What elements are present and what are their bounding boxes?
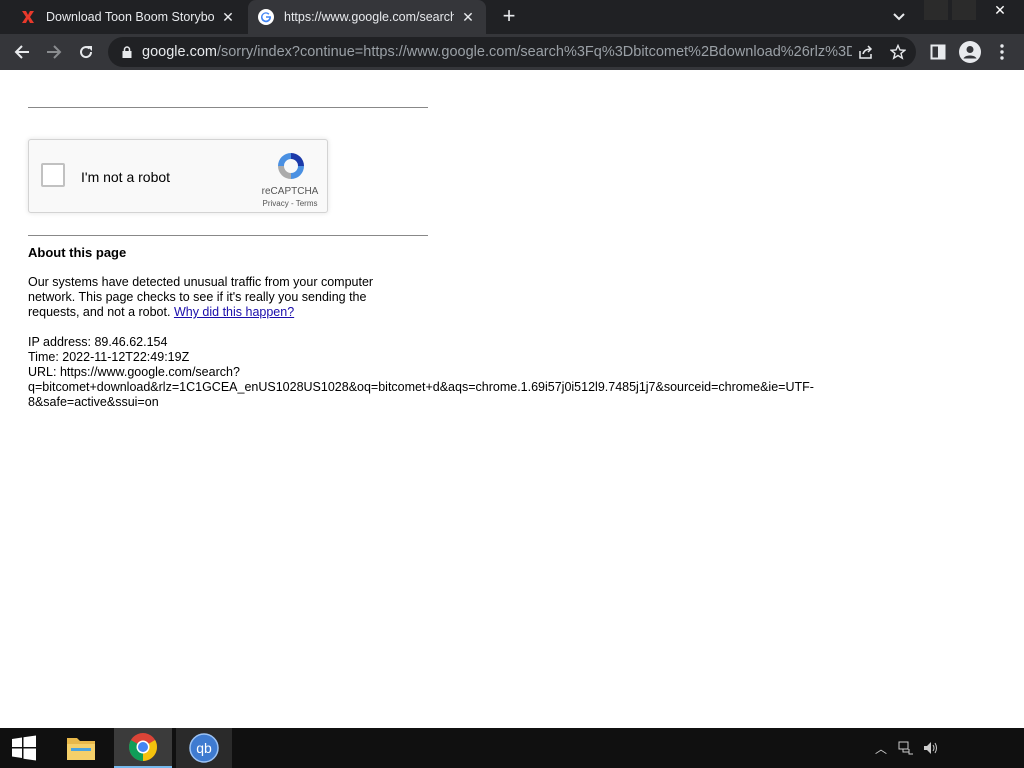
minimize-window-button[interactable] bbox=[924, 0, 948, 20]
google-g-icon bbox=[258, 9, 274, 25]
browser-toolbar: google.com/sorry/index?continue=https://… bbox=[0, 34, 1024, 70]
about-heading: About this page bbox=[28, 245, 127, 260]
network-icon[interactable] bbox=[896, 738, 916, 758]
divider bbox=[28, 107, 428, 108]
url-line: 8&safe=active&ssui=on bbox=[28, 395, 159, 409]
lock-icon[interactable] bbox=[120, 45, 134, 59]
tab-title: https://www.google.com/search? bbox=[284, 10, 454, 24]
browser-tab-strip: Download Toon Boom Storyboard ✕ https://… bbox=[0, 0, 1024, 34]
url-line: URL: https://www.google.com/search? bbox=[28, 365, 240, 379]
profile-avatar-icon[interactable] bbox=[956, 38, 984, 66]
speaker-volume-icon[interactable] bbox=[920, 738, 940, 758]
why-did-this-happen-link[interactable]: Why did this happen? bbox=[174, 305, 294, 319]
close-tab-icon[interactable]: ✕ bbox=[460, 9, 476, 25]
more-menu-icon[interactable] bbox=[988, 38, 1016, 66]
maximize-window-button[interactable] bbox=[952, 0, 976, 20]
page-content: I'm not a robot reCAPTCHA Privacy - Term… bbox=[0, 70, 1024, 728]
divider bbox=[28, 235, 428, 236]
tab-toon-boom[interactable]: Download Toon Boom Storyboard ✕ bbox=[10, 0, 246, 34]
ip-address: IP address: 89.46.62.154 bbox=[28, 335, 168, 349]
chevron-down-icon[interactable] bbox=[888, 7, 910, 27]
timestamp: Time: 2022-11-12T22:49:19Z bbox=[28, 350, 190, 364]
forward-arrow-icon[interactable] bbox=[40, 38, 68, 66]
close-tab-icon[interactable]: ✕ bbox=[220, 9, 236, 25]
new-tab-plus-icon[interactable]: + bbox=[498, 5, 520, 28]
recaptcha-privacy-terms-links[interactable]: Privacy - Terms bbox=[257, 199, 323, 208]
close-window-icon[interactable]: ✕ bbox=[980, 0, 1020, 20]
recaptcha-widget: I'm not a robot reCAPTCHA Privacy - Term… bbox=[28, 139, 328, 213]
recaptcha-logo-icon bbox=[275, 150, 307, 182]
bookmark-star-icon[interactable] bbox=[888, 42, 908, 62]
recaptcha-checkbox[interactable] bbox=[41, 163, 65, 187]
recaptcha-brand: reCAPTCHA bbox=[261, 186, 319, 197]
url-line: q=bitcomet+download&rlz=1C1GCEA_enUS1028… bbox=[28, 380, 814, 394]
tab-title: Download Toon Boom Storyboard bbox=[46, 10, 214, 24]
back-arrow-icon[interactable] bbox=[8, 38, 36, 66]
side-panel-icon[interactable] bbox=[924, 38, 952, 66]
chrome-taskbar-icon[interactable] bbox=[114, 728, 172, 768]
windows-taskbar: qb ︿ bbox=[0, 728, 1024, 768]
recaptcha-label: I'm not a robot bbox=[81, 169, 171, 185]
qbittorrent-icon[interactable]: qb bbox=[176, 728, 232, 768]
share-icon[interactable] bbox=[856, 42, 876, 62]
reload-icon[interactable] bbox=[72, 38, 100, 66]
windows-start-icon[interactable] bbox=[0, 728, 48, 768]
file-explorer-icon[interactable] bbox=[58, 728, 104, 768]
tab-google-search[interactable]: https://www.google.com/search? ✕ bbox=[248, 0, 486, 34]
show-hidden-icons-chevron-icon[interactable]: ︿ bbox=[874, 738, 888, 758]
red-x-icon bbox=[20, 9, 36, 25]
about-text: Our systems have detected unusual traffi… bbox=[28, 275, 374, 319]
request-info: IP address: 89.46.62.154 Time: 2022-11-1… bbox=[28, 335, 868, 410]
address-bar[interactable]: google.com/sorry/index?continue=https://… bbox=[108, 37, 916, 67]
url-text: google.com/sorry/index?continue=https://… bbox=[142, 44, 852, 60]
svg-text:qb: qb bbox=[196, 740, 212, 756]
